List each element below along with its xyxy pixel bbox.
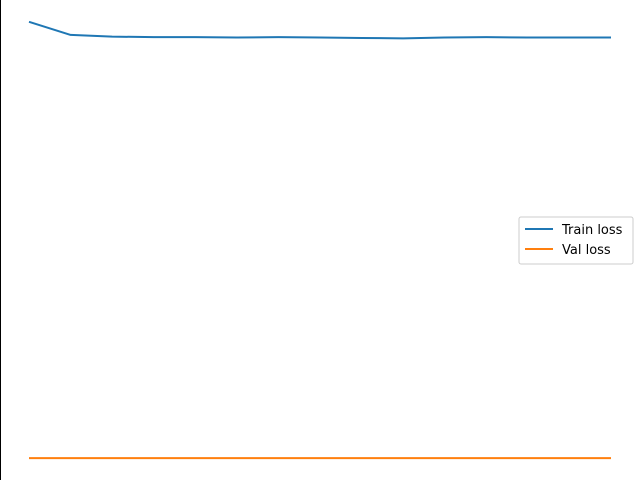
chart-container: Train loss Val loss — [0, 0, 640, 480]
legend-label-val-loss: Val loss — [562, 243, 611, 258]
legend-label-train-loss: Train loss — [561, 223, 623, 238]
loss-chart: Train loss Val loss — [0, 0, 640, 480]
legend: Train loss Val loss — [518, 216, 634, 265]
